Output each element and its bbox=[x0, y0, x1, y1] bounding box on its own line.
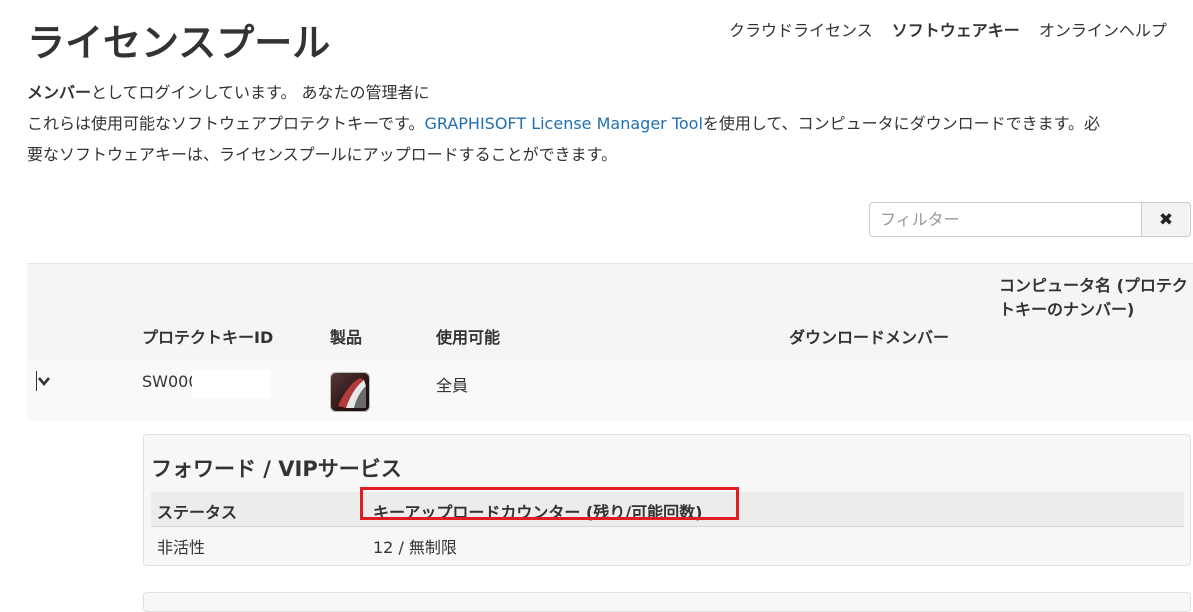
header-availability[interactable]: 使用可能 bbox=[436, 324, 500, 348]
table-row[interactable]: SW000 全員 bbox=[27, 359, 1193, 421]
row-expand-toggle[interactable] bbox=[36, 371, 50, 391]
nav-software-key[interactable]: ソフトウェアキー bbox=[892, 21, 1020, 40]
chevron-down-icon bbox=[38, 377, 50, 386]
archicad-icon bbox=[330, 372, 370, 412]
sub-table-row: 非活性 12 / 無制限 bbox=[151, 527, 1184, 562]
header-status: ステータス bbox=[157, 503, 238, 522]
login-info-rest: としてログインしています。 あなたの管理者に bbox=[91, 83, 430, 102]
panel-title: フォワード / VIPサービス bbox=[151, 457, 402, 481]
header-protect-key-id[interactable]: プロテクトキーID bbox=[142, 324, 273, 348]
redacted-area bbox=[192, 370, 270, 398]
clear-filter-button[interactable]: ✖ bbox=[1142, 202, 1191, 237]
cell-protect-key-id: SW000 bbox=[142, 372, 199, 391]
license-manager-tool-link[interactable]: GRAPHISOFT License Manager Tool bbox=[424, 114, 702, 133]
table-header: プロテクトキーID 製品 使用可能 ダウンロードメンバー コンピュータ名 (プロ… bbox=[27, 263, 1193, 360]
cell-availability: 全員 bbox=[436, 376, 469, 395]
description-line-2: 要なソフトウェアキーは、ライセンスプールにアップロードすることができます。 bbox=[27, 145, 618, 164]
role-label: メンバー bbox=[27, 83, 92, 102]
description-text-after-link: を使用して、コンピュータにダウンロードできます。必 bbox=[702, 114, 1101, 133]
header-computer-name[interactable]: コンピュータ名 (プロテクトキーのナンバー) bbox=[999, 274, 1189, 322]
highlight-box bbox=[360, 487, 739, 520]
status-value: 非活性 bbox=[157, 538, 206, 557]
top-nav: クラウドライセンス ソフトウェアキー オンラインヘルプ bbox=[729, 17, 1181, 41]
header-download-member[interactable]: ダウンロードメンバー bbox=[789, 324, 949, 348]
page-title: ライセンスプール bbox=[27, 21, 331, 65]
next-panel bbox=[143, 592, 1191, 612]
filter-group: ✖ bbox=[869, 202, 1191, 239]
description-line-1: これらは使用可能なソフトウェアプロテクトキーです。GRAPHISOFT Lice… bbox=[27, 108, 1193, 139]
upload-counter-value: 12 / 無制限 bbox=[373, 538, 457, 557]
nav-online-help[interactable]: オンラインヘルプ bbox=[1039, 21, 1167, 40]
close-icon: ✖ bbox=[1158, 209, 1174, 230]
header-product[interactable]: 製品 bbox=[330, 324, 362, 348]
intro-text: メンバーとしてログインしています。 あなたの管理者に これらは使用可能なソフトウ… bbox=[27, 77, 1193, 170]
login-info: メンバーとしてログインしています。 あなたの管理者に bbox=[27, 77, 1193, 108]
nav-cloud-license[interactable]: クラウドライセンス bbox=[729, 21, 873, 40]
filter-input[interactable] bbox=[869, 202, 1142, 237]
description-text-before-link: これらは使用可能なソフトウェアプロテクトキーです。 bbox=[27, 114, 425, 133]
